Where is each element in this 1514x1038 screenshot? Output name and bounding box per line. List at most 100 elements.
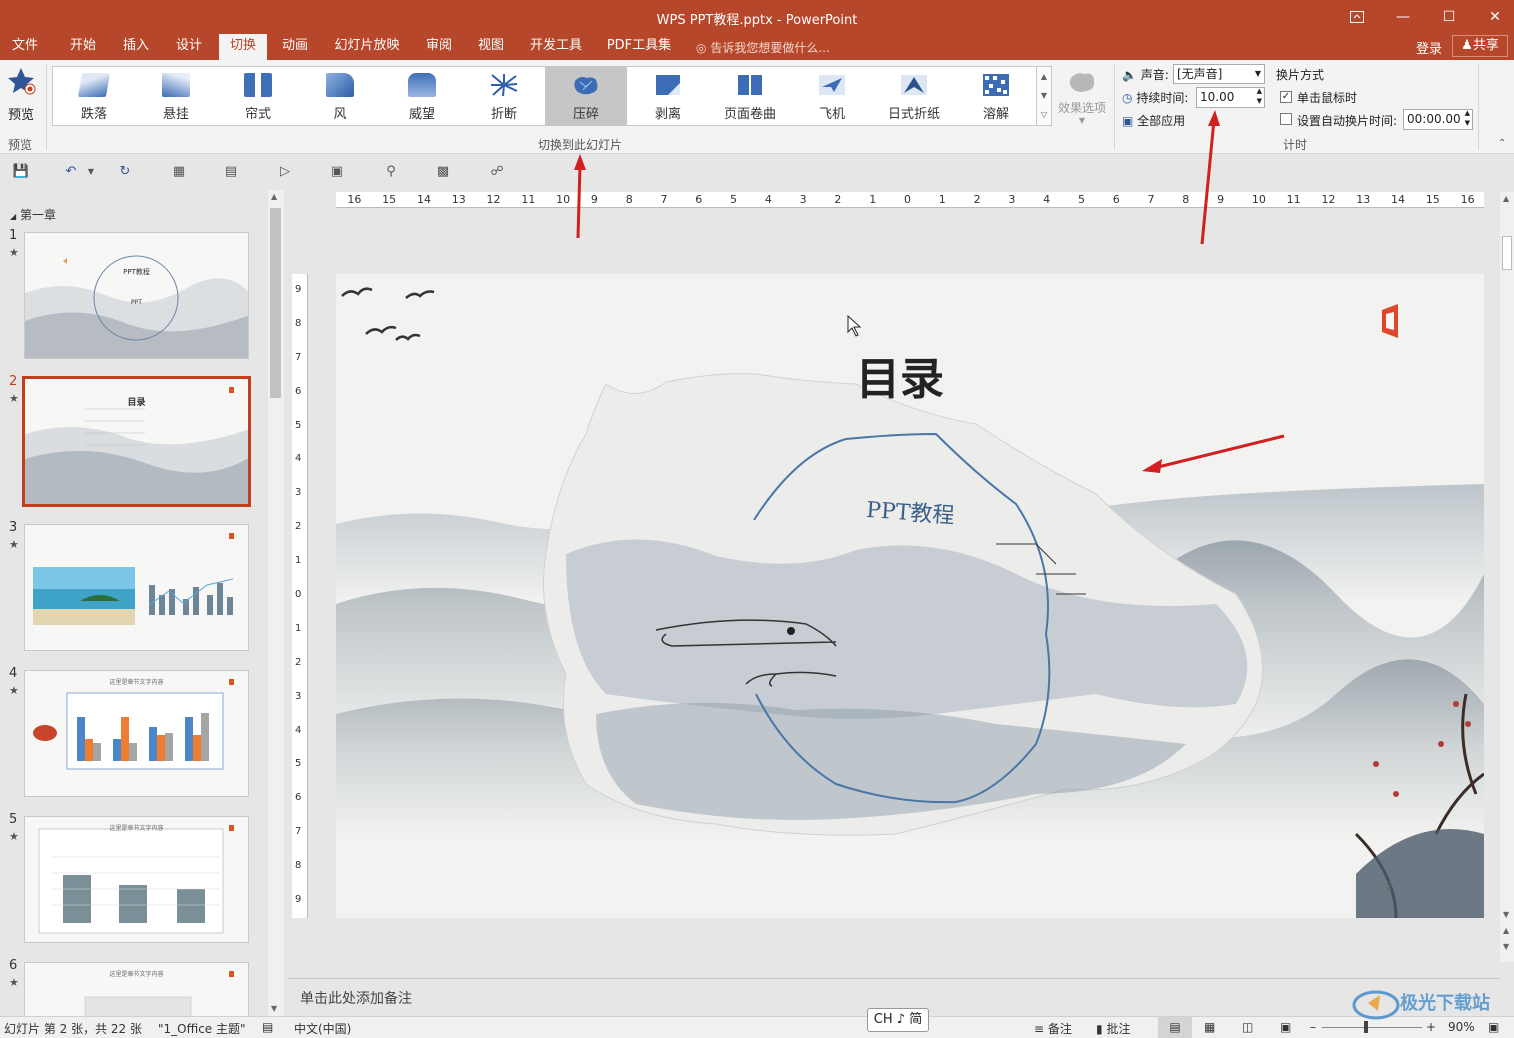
slideshow-view-icon[interactable]: ▣ <box>1280 1020 1291 1034</box>
effect-options-button[interactable]: 效果选项 ▼ <box>1056 68 1108 125</box>
gallery-down-icon[interactable]: ▼ <box>1037 86 1051 105</box>
transition-prestige[interactable]: 威望 <box>381 67 463 125</box>
transition-dissolve[interactable]: 溶解 <box>955 67 1037 125</box>
comments-toggle[interactable]: ▮ 批注 <box>1096 1020 1130 1037</box>
after-time-input[interactable]: 00:00.00 ▲ ▼ <box>1403 109 1473 130</box>
tab-design[interactable]: 设计 <box>168 34 210 60</box>
slides-scrollbar[interactable]: ▲ ▼ <box>268 190 284 1017</box>
preview-button[interactable]: 预览 <box>4 66 38 123</box>
spinner-icon[interactable]: ▲ ▼ <box>1465 108 1470 128</box>
share-button[interactable]: ♟共享 <box>1452 35 1508 57</box>
transition-origami[interactable]: 日式折纸 <box>873 67 955 125</box>
slide-thumbnail-4[interactable]: 这里是章节文字内容 <box>24 670 249 797</box>
tab-pdf-tools[interactable]: PDF工具集 <box>604 34 674 60</box>
transition-peel-off[interactable]: 剥离 <box>627 67 709 125</box>
tell-me-search[interactable]: ◎ 告诉我您想要做什么... <box>696 39 830 56</box>
close-icon[interactable]: ✕ <box>1472 0 1514 34</box>
ruler-tick: 13 <box>451 193 466 206</box>
transition-fracture[interactable]: 折断 <box>463 67 545 125</box>
compare-icon[interactable]: ▩ <box>434 163 452 181</box>
tab-file[interactable]: 文件 <box>4 34 46 60</box>
transition-fall-over[interactable]: 跌落 <box>53 67 135 125</box>
sound-dropdown[interactable]: [无声音] ▼ <box>1173 64 1265 84</box>
new-slide-icon[interactable]: ▦ <box>170 163 188 181</box>
ruler-tick: 13 <box>1356 193 1371 206</box>
ribbon: 预览 预览 跌落 悬挂 帘式 风 威望 折断 压碎 剥离 页面卷曲 飞机 日式折… <box>0 60 1514 154</box>
normal-view-icon[interactable]: ▤ <box>1158 1017 1192 1038</box>
tab-insert[interactable]: 插入 <box>115 34 157 60</box>
section-header[interactable]: ◢ 第一章 <box>10 206 56 223</box>
gallery-more-icon[interactable]: ▽ <box>1037 105 1051 124</box>
find-icon[interactable]: ⚲ <box>382 163 400 181</box>
scroll-down-icon[interactable]: ▼ <box>1503 910 1509 919</box>
ruler-tick: 12 <box>1321 193 1336 206</box>
slide-sorter-icon[interactable]: ▦ <box>1204 1020 1215 1034</box>
login-link[interactable]: 登录 <box>1416 38 1442 57</box>
transition-airplane[interactable]: 飞机 <box>791 67 873 125</box>
language-indicator[interactable]: 中文(中国) <box>294 1020 351 1037</box>
on-click-checkbox[interactable]: ✓ <box>1280 91 1292 103</box>
slide-thumbnail-1[interactable]: PPT教程 PPT <box>24 232 249 359</box>
slide-thumbnail-5[interactable]: 这里是章节文字内容 <box>24 816 249 943</box>
ruler-tick: 9 <box>295 894 302 906</box>
transition-crush[interactable]: 压碎 <box>545 67 627 125</box>
spinner-icon[interactable]: ▲ ▼ <box>1257 86 1262 106</box>
presentation-icon[interactable]: ▣ <box>328 163 346 181</box>
reading-view-icon[interactable]: ◫ <box>1242 1020 1253 1034</box>
slide-1-art <box>25 255 248 358</box>
ruler-tick: 1 <box>295 555 302 567</box>
airplane-icon <box>819 75 845 95</box>
scroll-up-icon[interactable]: ▲ <box>271 192 277 201</box>
scrollbar-thumb[interactable] <box>1502 236 1512 270</box>
transition-page-curl[interactable]: 页面卷曲 <box>709 67 791 125</box>
slide-thumbnail-3[interactable] <box>24 524 249 651</box>
transition-curtains[interactable]: 帘式 <box>217 67 299 125</box>
link-icon[interactable]: ☍ <box>488 163 506 181</box>
notes-icon: ≡ <box>1034 1022 1045 1036</box>
scroll-up-icon[interactable]: ▲ <box>1503 194 1509 203</box>
maximize-icon[interactable]: ☐ <box>1426 0 1472 34</box>
slide-thumbnail-2[interactable]: 目录 <box>22 376 251 507</box>
transition-drape[interactable]: 悬挂 <box>135 67 217 125</box>
collapse-ribbon-icon[interactable]: ⌃ <box>1498 138 1506 149</box>
minimize-icon[interactable]: — <box>1380 0 1426 34</box>
slide-2-title: 目录 <box>127 398 146 408</box>
tab-review[interactable]: 审阅 <box>418 34 460 60</box>
slide-thumbnail-6[interactable]: 这里是章节文字内容 <box>24 962 249 1017</box>
tab-home[interactable]: 开始 <box>62 34 104 60</box>
scrollbar-thumb[interactable] <box>270 208 281 398</box>
notes-toggle[interactable]: ≡ 备注 <box>1034 1020 1072 1037</box>
ruler-tick: 3 <box>295 690 302 702</box>
undo-icon[interactable]: ↶ <box>62 163 80 181</box>
undo-dropdown-icon[interactable]: ▼ <box>82 163 100 181</box>
scroll-down-icon[interactable]: ▼ <box>271 1004 277 1013</box>
tab-animations[interactable]: 动画 <box>274 34 316 60</box>
ruler-tick: 8 <box>625 193 633 206</box>
ruler-tick: 5 <box>295 419 302 431</box>
transition-wind[interactable]: 风 <box>299 67 381 125</box>
next-slide-icon[interactable]: ▼ <box>1503 942 1509 951</box>
gallery-up-icon[interactable]: ▲ <box>1037 67 1051 86</box>
zoom-slider[interactable] <box>1322 1027 1422 1028</box>
ruler-tick: 2 <box>973 193 981 206</box>
tab-view[interactable]: 视图 <box>470 34 512 60</box>
slideshow-from-current-icon[interactable]: ▷ <box>276 163 294 181</box>
spell-check-icon[interactable]: ▤ <box>262 1020 273 1034</box>
editor-scrollbar[interactable]: ▲ ▼ ▲ ▼ <box>1500 192 1514 962</box>
apply-all-button[interactable]: ▣ 全部应用 <box>1122 112 1185 129</box>
redo-icon[interactable]: ↻ <box>116 163 134 181</box>
ime-indicator[interactable]: CH ♪ 简 <box>867 1008 929 1032</box>
gallery-scroll[interactable]: ▲ ▼ ▽ <box>1036 66 1052 126</box>
zoom-out-icon[interactable]: – <box>1310 1020 1316 1034</box>
ribbon-display-options-icon[interactable] <box>1334 0 1380 34</box>
save-icon[interactable]: 💾 <box>12 163 30 181</box>
tab-developer[interactable]: 开发工具 <box>524 34 588 60</box>
previous-slide-icon[interactable]: ▲ <box>1503 926 1509 935</box>
textbox-icon[interactable]: ▤ <box>222 163 240 181</box>
tab-slideshow[interactable]: 幻灯片放映 <box>332 34 402 60</box>
sound-row: 🔈 声音: <box>1122 68 1169 82</box>
slide-canvas[interactable]: 目录 PPT教程 2 <box>336 274 1484 918</box>
page-curl-icon <box>738 75 762 95</box>
tab-transitions[interactable]: 切换 <box>219 34 267 60</box>
after-time-checkbox[interactable] <box>1280 113 1292 125</box>
